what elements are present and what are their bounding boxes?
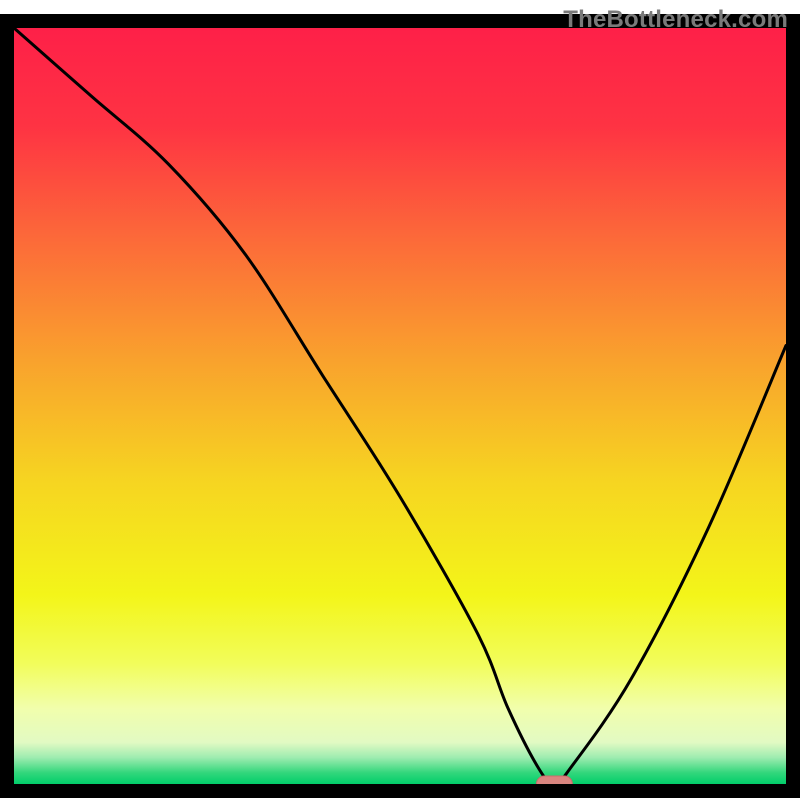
chart-canvas: TheBottleneck.com xyxy=(0,0,800,800)
watermark-text: TheBottleneck.com xyxy=(563,6,788,34)
bottleneck-chart xyxy=(0,0,800,800)
plot-gradient-background xyxy=(14,28,786,784)
